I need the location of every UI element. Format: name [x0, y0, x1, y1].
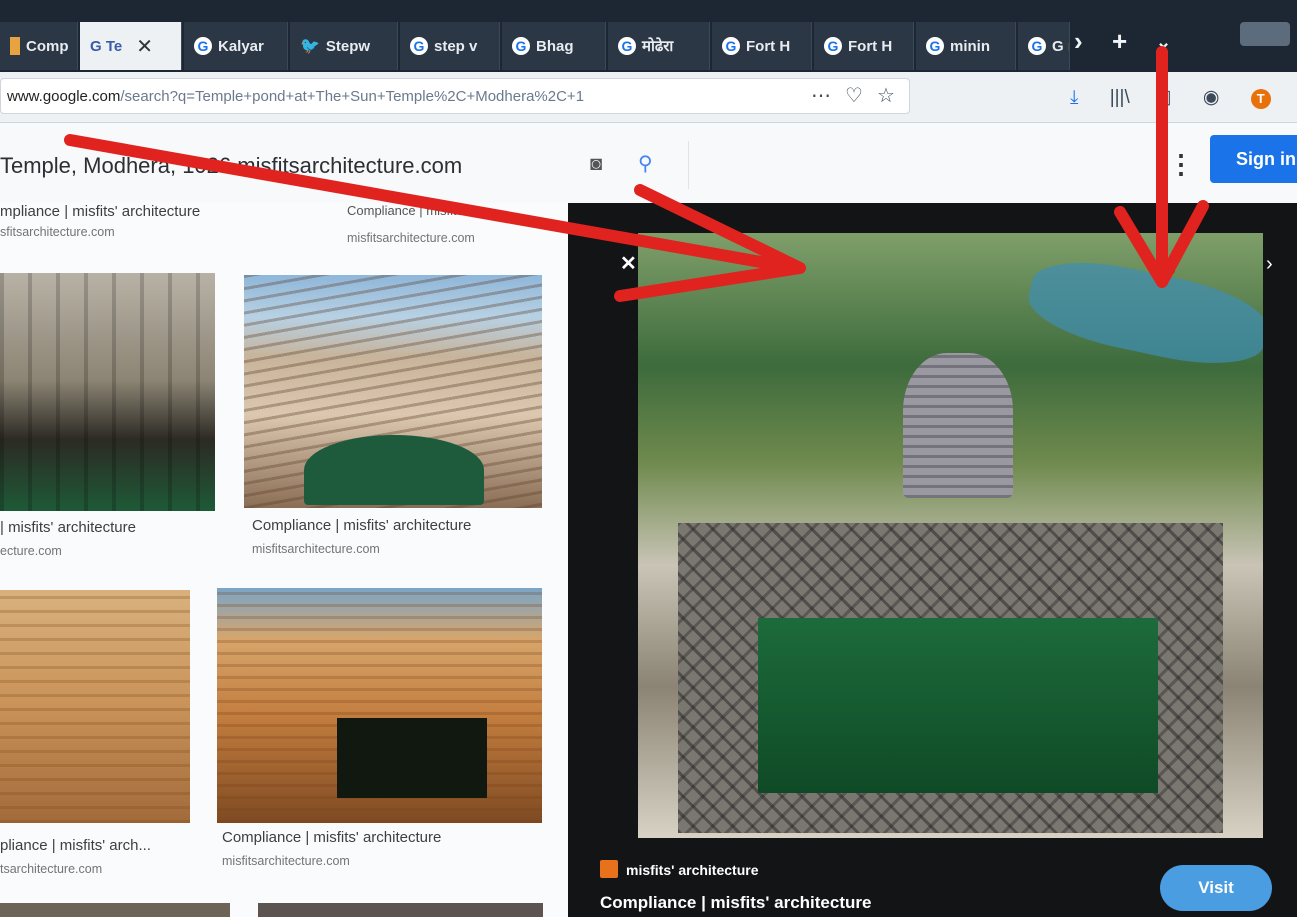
google-icon: G: [618, 37, 636, 55]
url-text: www.google.com/search?q=Temple+pond+at+T…: [7, 88, 787, 105]
site-favicon-icon: [600, 860, 618, 878]
result-source: misfitsarchitecture.com: [347, 231, 475, 245]
visit-button[interactable]: Visit: [1160, 865, 1272, 911]
tab-label: Fort H: [746, 37, 791, 55]
result-thumbnail[interactable]: [0, 903, 230, 917]
preview-pond: [758, 618, 1158, 793]
tab-label: minin: [950, 37, 990, 55]
tab-mining[interactable]: G minin: [916, 22, 1016, 70]
result-caption[interactable]: | misfits' architecture: [0, 519, 136, 536]
result-source: misfitsarchitecture.com: [222, 854, 350, 868]
url-path: /search?q=Temple+pond+at+The+Sun+Temple%…: [120, 88, 585, 105]
google-icon: G: [194, 37, 212, 55]
tab-step[interactable]: G step v: [400, 22, 500, 70]
image-preview-panel: ✕ 10 › misfits' architecture Compliance …: [568, 203, 1297, 917]
image-results-grid: mpliance | misfits' architecture sfitsar…: [0, 203, 568, 917]
result-thumbnail[interactable]: [258, 903, 543, 917]
page-actions-icon[interactable]: ⋯: [811, 85, 845, 107]
preview-watermark: 10: [1158, 261, 1176, 278]
preview-source[interactable]: misfits' architecture: [626, 862, 759, 878]
search-header: Temple, Modhera, 1026 misfitsarchitectur…: [0, 123, 1297, 203]
tab-list-chevron-icon[interactable]: ⌄: [1156, 32, 1171, 53]
tab-label: Comp: [26, 37, 69, 55]
search-icon[interactable]: ⚲: [638, 151, 653, 176]
camera-icon[interactable]: ◙: [590, 153, 602, 176]
url-bar[interactable]: www.google.com/search?q=Temple+pond+at+T…: [0, 78, 910, 114]
tab-label: step v: [434, 37, 478, 55]
tab-scroll-right-icon[interactable]: ›: [1074, 26, 1083, 57]
download-icon[interactable]: ⤓: [1070, 87, 1078, 109]
account-icon[interactable]: ◉: [1203, 86, 1220, 109]
tab-strip: Comp G Te ✕ G Kalyar 🐦 Stepw G step v G …: [0, 0, 1297, 72]
preview-title[interactable]: Compliance | misfits' architecture: [600, 893, 871, 913]
library-icon[interactable]: |||\: [1110, 87, 1130, 109]
tab-bhag[interactable]: G Bhag: [502, 22, 606, 70]
google-icon: G: [512, 37, 530, 55]
tab-label: Fort H: [848, 37, 893, 55]
twitter-icon: 🐦: [300, 38, 320, 55]
tab-last[interactable]: G G r: [1018, 22, 1070, 70]
result-thumbnail[interactable]: [244, 275, 542, 508]
next-image-icon[interactable]: ›: [1266, 253, 1273, 276]
result-caption[interactable]: mpliance | misfits' architecture: [0, 203, 200, 220]
tab-compliance[interactable]: Comp: [0, 22, 78, 70]
document-icon: [10, 37, 20, 55]
search-input[interactable]: Temple, Modhera, 1026 misfitsarchitectur…: [0, 153, 462, 179]
tab-fort-1[interactable]: G Fort H: [712, 22, 812, 70]
tab-label: Kalyar: [218, 37, 264, 55]
tab-fort-2[interactable]: G Fort H: [814, 22, 914, 70]
thumbnail-pool: [304, 435, 484, 505]
result-caption[interactable]: pliance | misfits' arch...: [0, 837, 151, 854]
result-thumbnail[interactable]: [0, 590, 190, 823]
google-icon: G: [722, 37, 740, 55]
tab-label: मोढेरा: [642, 38, 674, 55]
bookmark-star-icon[interactable]: ☆: [877, 85, 909, 107]
thumbnail-pool: [337, 718, 487, 798]
tab-stepwells[interactable]: 🐦 Stepw: [290, 22, 398, 70]
preview-river: [1022, 248, 1263, 378]
result-caption[interactable]: Compliance | misfits' architecture: [252, 517, 471, 534]
apps-menu-icon[interactable]: ⋮: [1168, 149, 1194, 180]
profile-avatar-icon[interactable]: T: [1250, 89, 1271, 109]
url-domain: www.google.com: [7, 88, 121, 105]
result-source: tsarchitecture.com: [0, 862, 103, 876]
result-source: misfitsarchitecture.com: [252, 542, 380, 556]
result-thumbnail[interactable]: [0, 273, 215, 511]
result-caption[interactable]: Compliance | misfits' architecture: [222, 829, 441, 846]
google-icon: G: [824, 37, 842, 55]
result-thumbnail[interactable]: [217, 588, 542, 823]
sidebar-icon[interactable]: ▯: [1161, 86, 1171, 109]
google-icon: G: [926, 37, 944, 55]
tab-label: Stepw: [325, 37, 371, 55]
tab-kalyar[interactable]: G Kalyar: [184, 22, 288, 70]
new-tab-plus-icon[interactable]: +: [1112, 26, 1127, 57]
tab-label: Bhag: [536, 37, 574, 55]
tab-modhera[interactable]: G मोढेरा: [608, 22, 710, 70]
divider: [688, 141, 689, 189]
sign-in-button[interactable]: Sign in: [1210, 135, 1297, 183]
tab-label: G Te: [90, 37, 123, 55]
result-source: sfitsarchitecture.com: [0, 225, 115, 239]
toolbar-icons: ⤓ |||\ ▯ ◉ T: [1070, 86, 1297, 109]
preview-temple: [903, 353, 1013, 498]
tab-label: G r: [1052, 37, 1069, 55]
window-controls[interactable]: [1240, 22, 1290, 46]
close-preview-icon[interactable]: ✕: [620, 251, 637, 276]
result-caption[interactable]: Compliance | misfits' a...: [347, 203, 487, 218]
preview-image[interactable]: 10: [638, 233, 1263, 838]
result-source: ecture.com: [0, 544, 62, 558]
url-actions: ⋯♡☆: [811, 83, 909, 108]
pocket-icon[interactable]: ♡: [845, 85, 877, 107]
close-icon[interactable]: ✕: [136, 34, 153, 59]
navigation-bar: www.google.com/search?q=Temple+pond+at+T…: [0, 72, 1297, 123]
google-icon: G: [1028, 37, 1046, 55]
tab-google-active[interactable]: G Te ✕: [80, 22, 182, 70]
google-icon: G: [410, 37, 428, 55]
